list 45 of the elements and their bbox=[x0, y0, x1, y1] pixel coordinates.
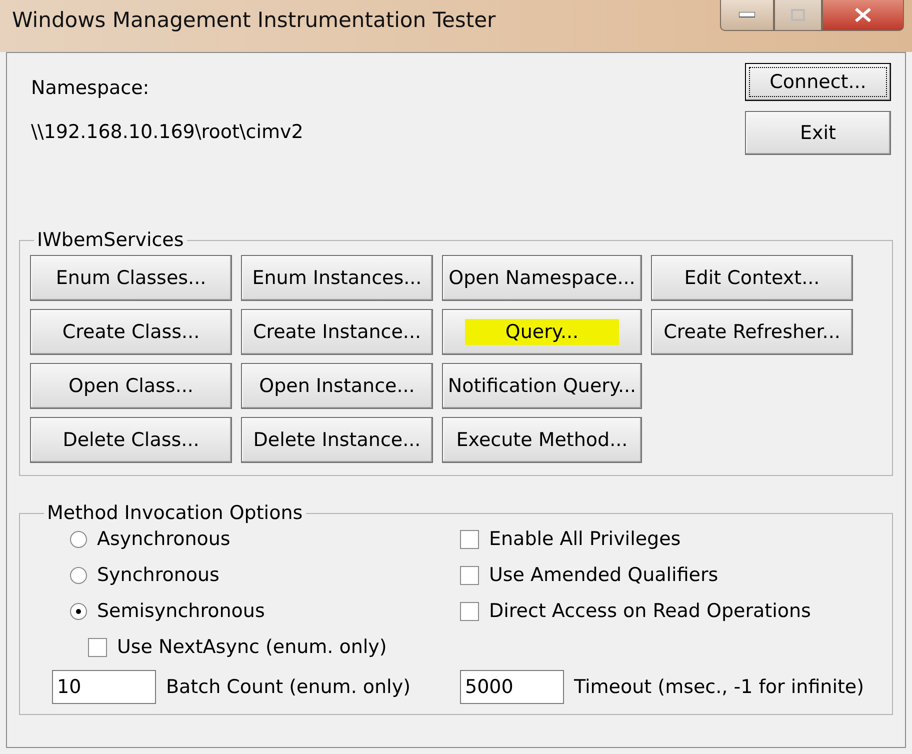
minimize-icon bbox=[739, 12, 755, 18]
batch-count-label: Batch Count (enum. only) bbox=[166, 676, 410, 698]
namespace-path: \\192.168.10.169\root\cimv2 bbox=[31, 121, 304, 143]
service-button[interactable]: Create Instance... bbox=[241, 309, 433, 355]
group-title: IWbemServices bbox=[36, 229, 185, 251]
service-button[interactable]: Enum Instances... bbox=[241, 255, 433, 301]
option-label: Direct Access on Read Operations bbox=[489, 600, 811, 622]
service-button[interactable]: Delete Class... bbox=[30, 417, 232, 463]
service-button[interactable]: Execute Method... bbox=[442, 417, 642, 463]
maximize-button[interactable] bbox=[774, 0, 822, 31]
timeout-field[interactable]: 5000 bbox=[460, 670, 564, 704]
service-button[interactable]: Edit Context... bbox=[651, 255, 853, 301]
service-button[interactable]: Notification Query... bbox=[442, 363, 642, 409]
checkbox[interactable] bbox=[460, 530, 479, 548]
checkbox[interactable] bbox=[460, 602, 479, 620]
service-button[interactable]: Delete Instance... bbox=[241, 417, 433, 463]
option-label: Enable All Privileges bbox=[489, 528, 681, 550]
checkbox[interactable] bbox=[88, 638, 107, 656]
radio-button[interactable] bbox=[70, 566, 87, 584]
service-button[interactable]: Open Class... bbox=[30, 363, 232, 409]
checkbox[interactable] bbox=[460, 566, 479, 584]
close-button[interactable] bbox=[822, 0, 904, 31]
service-button[interactable]: Create Refresher... bbox=[651, 309, 853, 355]
radio-button[interactable] bbox=[70, 602, 87, 620]
dialog-button[interactable]: Connect... bbox=[745, 63, 891, 101]
service-button[interactable]: Open Namespace... bbox=[442, 255, 642, 301]
dialog-button[interactable]: Exit bbox=[745, 111, 891, 155]
option-label: Asynchronous bbox=[97, 528, 230, 550]
option-label: Use Amended Qualifiers bbox=[489, 564, 718, 586]
option-label: Synchronous bbox=[97, 564, 220, 586]
minimize-button[interactable] bbox=[720, 0, 774, 31]
maximize-icon bbox=[791, 9, 805, 21]
window-title: Windows Management Instrumentation Tester bbox=[12, 8, 496, 32]
service-button[interactable]: Query... bbox=[442, 309, 642, 355]
namespace-label: Namespace: bbox=[31, 77, 150, 99]
option-label: Use NextAsync (enum. only) bbox=[117, 636, 387, 658]
service-button[interactable]: Enum Classes... bbox=[30, 255, 232, 301]
group-title: Method Invocation Options bbox=[46, 502, 304, 524]
option-label: Semisynchronous bbox=[97, 600, 265, 622]
service-button[interactable]: Open Instance... bbox=[241, 363, 433, 409]
timeout-label: Timeout (msec., -1 for infinite) bbox=[574, 676, 864, 698]
service-button[interactable]: Create Class... bbox=[30, 309, 232, 355]
radio-button[interactable] bbox=[70, 530, 87, 548]
close-icon bbox=[854, 7, 872, 23]
batch-count-field[interactable]: 10 bbox=[52, 670, 156, 704]
